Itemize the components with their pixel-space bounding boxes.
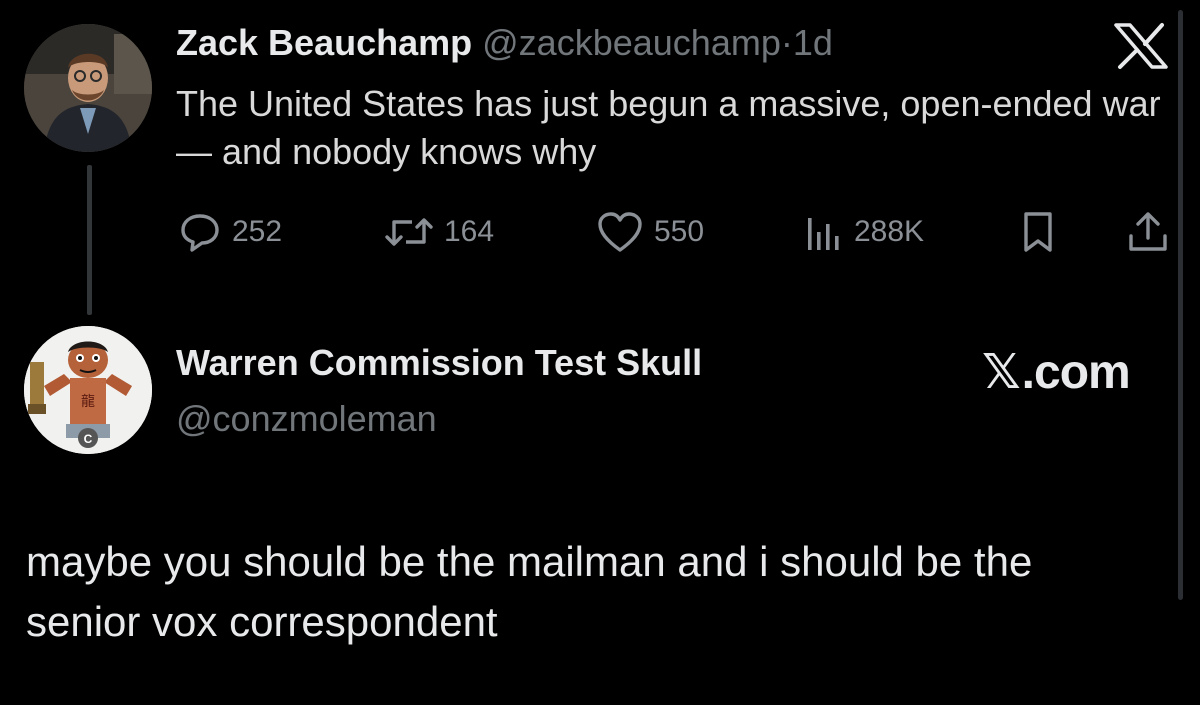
quoted-tweet-time[interactable]: 1d [793,22,833,63]
reply-author-name[interactable]: Warren Commission Test Skull [176,342,702,384]
quoted-tweet-text: The United States has just begun a massi… [176,83,1161,172]
header-separator: · [780,22,793,63]
reply-count: 252 [232,215,283,248]
retweet-count: 164 [444,215,495,248]
zack-avatar[interactable] [24,24,152,152]
views-button[interactable]: 288K [804,208,924,256]
reply-text: maybe you should be the mailman and i sh… [26,538,1033,645]
analytics-icon [804,210,844,254]
scrollbar[interactable] [1178,10,1183,600]
views-count: 288K [854,215,925,248]
svg-text:龍: 龍 [81,393,95,409]
thread-connector-line [87,165,92,315]
x-logo-icon [1112,22,1170,70]
x-dot-com-logo: 𝕏 .com [982,344,1131,400]
skull-avatar[interactable]: 龍 C [24,326,152,454]
quoted-author-handle[interactable]: @zackbeauchamp [482,22,781,63]
like-count: 550 [654,215,705,248]
quoted-author-name[interactable]: Zack Beauchamp [176,22,472,63]
reply-button[interactable]: 252 [178,208,282,256]
retweet-button[interactable]: 164 [384,208,494,256]
heart-icon [596,210,644,254]
quoted-tweet-header: Zack Beauchamp @zackbeauchamp·1d [176,22,833,64]
bookmark-button[interactable] [1018,208,1058,256]
share-icon [1126,210,1170,254]
like-button[interactable]: 550 [596,208,704,256]
x-brand-suffix: .com [1021,345,1131,399]
x-brand-mark: 𝕏 [982,346,1021,399]
retweet-icon [384,210,434,254]
reply-icon [178,210,222,254]
svg-text:C: C [84,432,93,446]
bookmark-icon [1018,210,1058,254]
share-button[interactable] [1126,208,1170,256]
reply-author-handle[interactable]: @conzmoleman [176,398,437,440]
